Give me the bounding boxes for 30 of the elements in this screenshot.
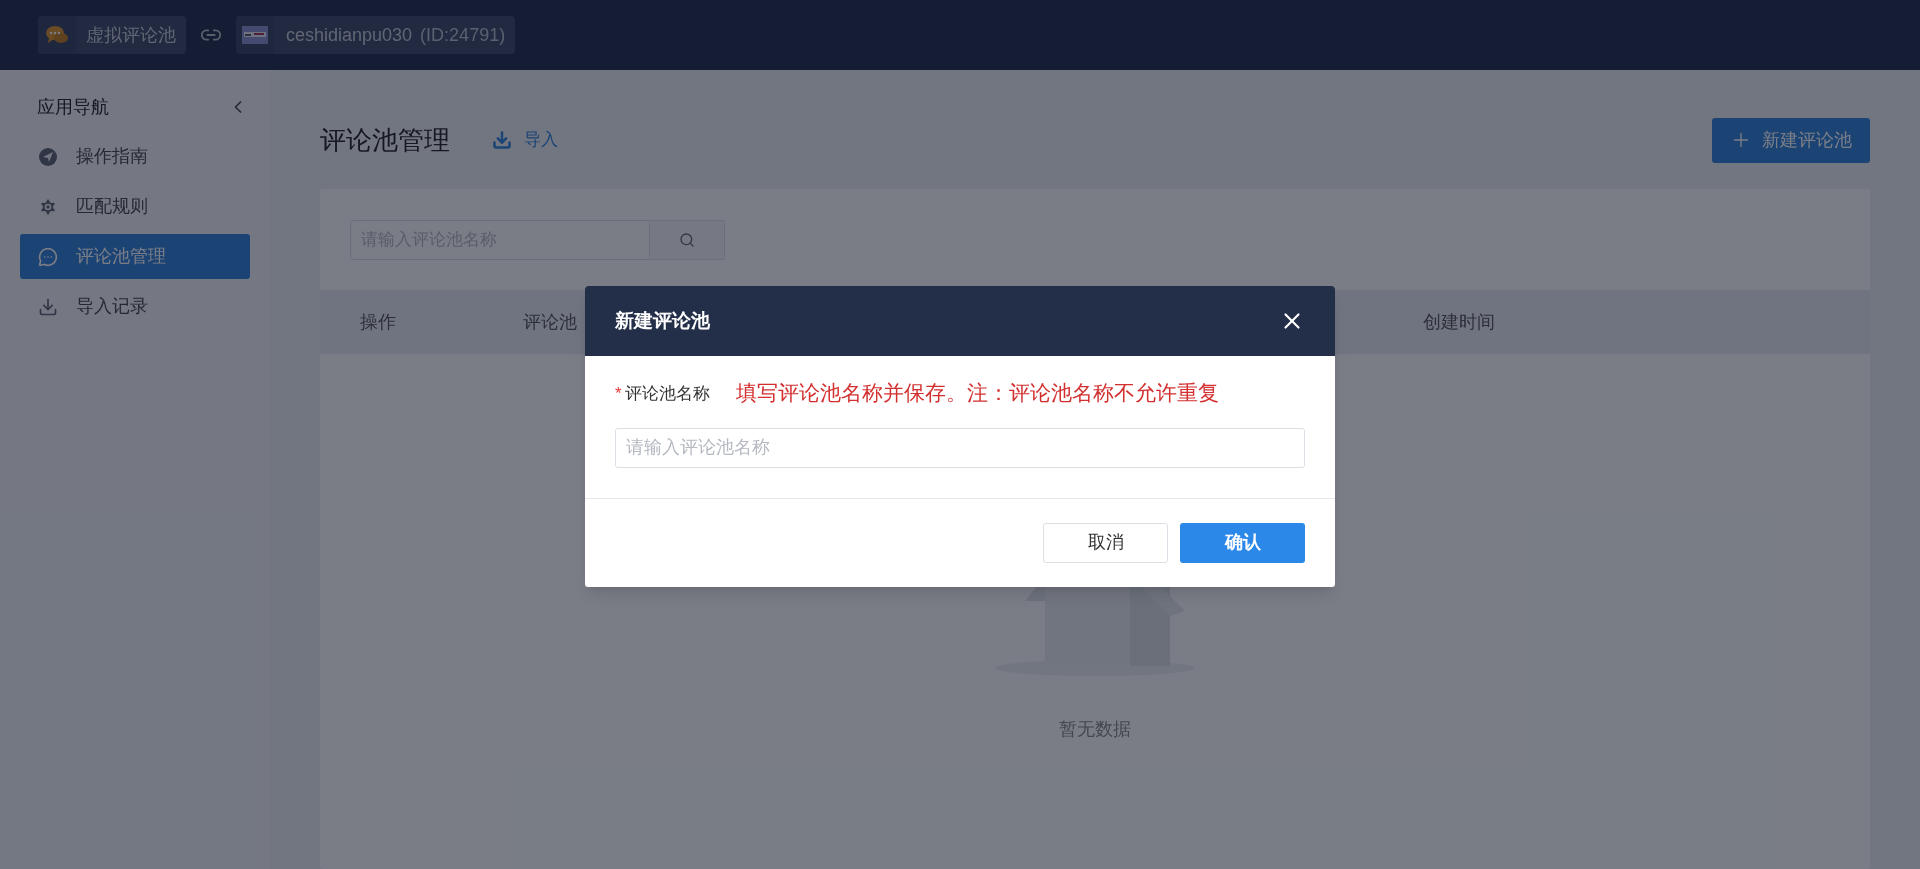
pool-name-field[interactable]: 请输入评论池名称 — [615, 427, 1305, 468]
app-name: 虚拟评论池 — [85, 23, 177, 47]
column-header: 评论池 — [523, 311, 577, 332]
import-link[interactable]: 导入 — [492, 127, 558, 153]
compass-icon — [38, 146, 58, 167]
app-chip[interactable]: 虚拟评论池 — [38, 16, 186, 54]
shop-chip[interactable]: ceshidianpu030 (ID:24791) — [236, 16, 516, 54]
sidebar-item[interactable]: 操作指南 — [20, 134, 250, 179]
column-header: 操作 — [360, 311, 396, 332]
download-icon — [492, 130, 512, 150]
confirm-button[interactable]: 确认 — [1180, 522, 1305, 563]
dialog-title: 新建评论池 — [615, 308, 710, 333]
page-title: 评论池管理 — [320, 123, 450, 157]
sidebar-item[interactable]: 评论池管理 — [20, 234, 250, 279]
shop-name: ceshidianpu030 — [285, 23, 413, 47]
search-icon — [679, 231, 695, 248]
shop-id: (ID:24791) — [419, 23, 507, 47]
cancel-button[interactable]: 取消 — [1043, 522, 1168, 563]
sidebar-item[interactable]: 匹配规则 — [20, 184, 250, 229]
hint-text: 填写评论池名称并保存。注：评论池名称不允许重复 — [735, 380, 1219, 407]
chat-bubbles-icon — [45, 24, 69, 46]
field-label: 评论池名称 — [624, 383, 710, 405]
sidebar-item[interactable]: 导入记录 — [20, 284, 250, 329]
new-pool-button[interactable]: 新建评论池 — [1712, 117, 1870, 163]
column-header: 创建时间 — [1423, 311, 1495, 332]
download-icon — [38, 296, 58, 317]
sidebar-title: 应用导航 — [37, 95, 109, 119]
required-mark: * — [615, 383, 622, 405]
chat-bubble-icon — [38, 246, 58, 267]
settings-icon — [38, 196, 58, 217]
